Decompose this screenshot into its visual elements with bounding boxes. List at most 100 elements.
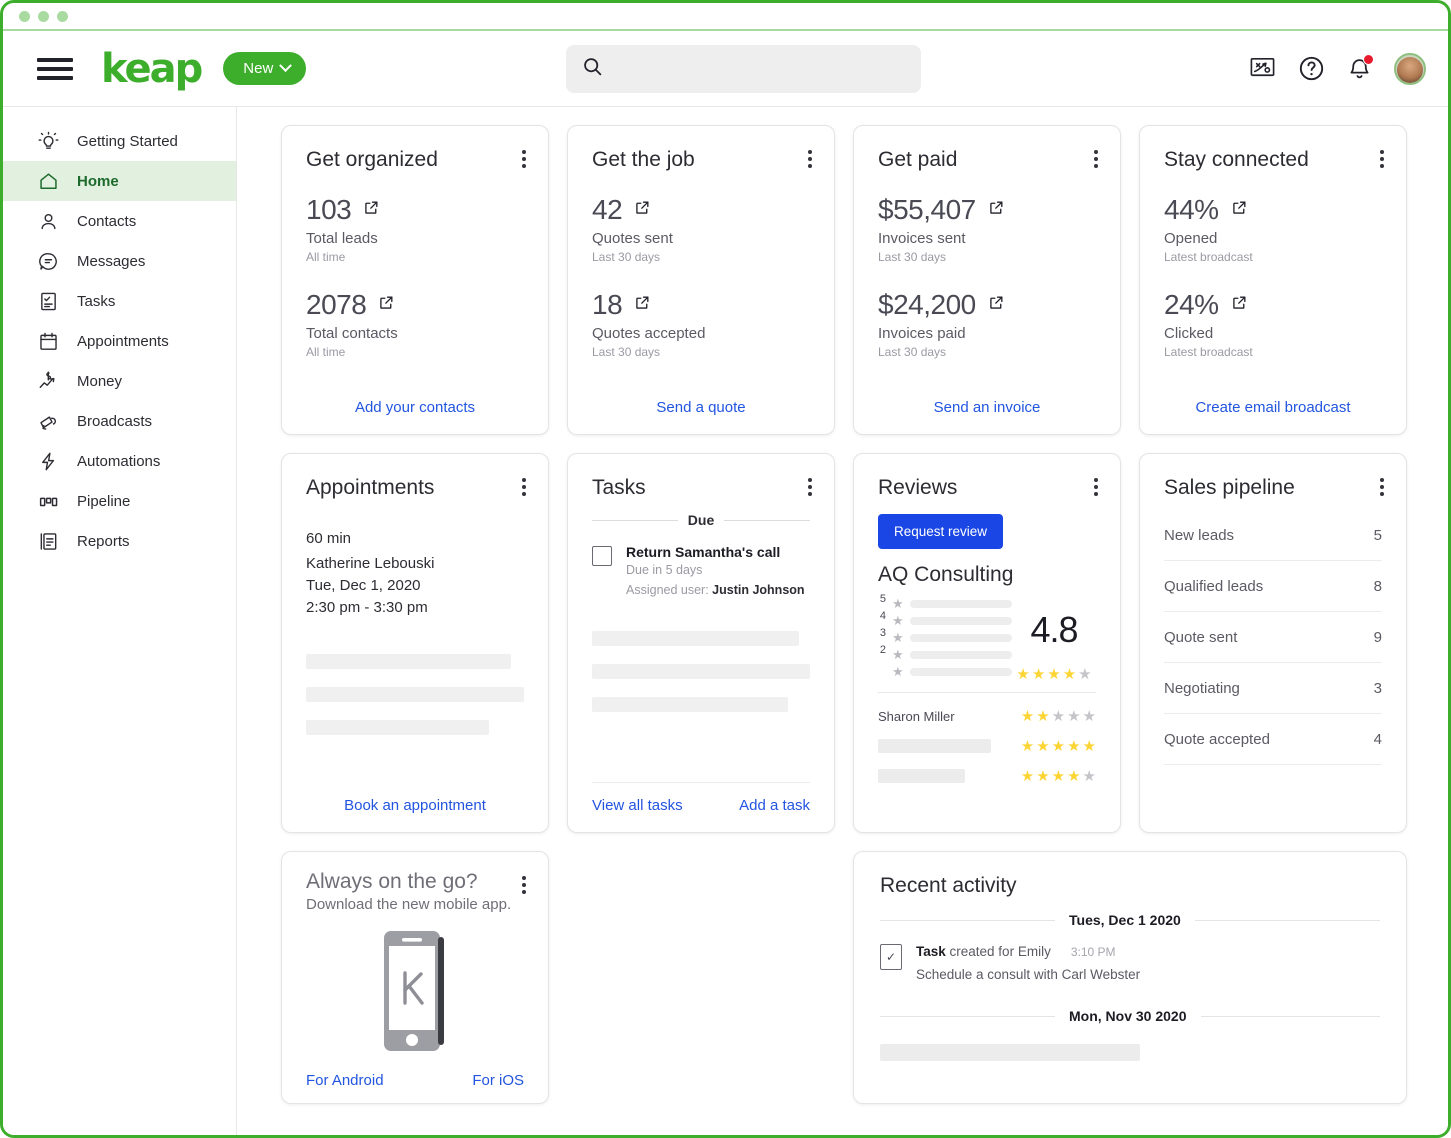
avatar[interactable] <box>1394 53 1426 85</box>
external-link-icon[interactable] <box>634 294 651 316</box>
hamburger-menu-icon[interactable] <box>37 58 73 80</box>
rating-row-3: 3 ★ <box>878 629 1012 646</box>
sidebar-item-pipeline[interactable]: Pipeline <box>3 481 236 521</box>
send-quote-link[interactable]: Send a quote <box>592 383 810 416</box>
card-menu-button[interactable] <box>520 874 528 896</box>
keap-logo[interactable]: keap <box>101 49 201 89</box>
header-actions <box>1249 53 1426 85</box>
metric-value: 18 <box>592 289 622 321</box>
review-item[interactable]: ★★★★★ <box>878 761 1096 791</box>
rating-number: 4 <box>878 610 886 622</box>
card-menu-button[interactable] <box>1378 476 1386 498</box>
pipeline-stage-count: 3 <box>1374 680 1382 697</box>
pipeline-stage-label: Quote accepted <box>1164 731 1270 748</box>
sidebar-item-label: Contacts <box>77 213 136 230</box>
sidebar-item-home[interactable]: Home <box>3 161 236 201</box>
external-link-icon[interactable] <box>1231 294 1248 316</box>
pipeline-stage-qualified-leads[interactable]: Qualified leads 8 <box>1164 561 1382 612</box>
window-close-dot[interactable] <box>19 11 30 22</box>
request-review-button[interactable]: Request review <box>878 514 1003 549</box>
appointment-time: 2:30 pm - 3:30 pm <box>306 597 524 619</box>
sidebar-item-broadcasts[interactable]: Broadcasts <box>3 401 236 441</box>
card-menu-button[interactable] <box>806 476 814 498</box>
view-all-tasks-link[interactable]: View all tasks <box>592 797 683 814</box>
android-download-link[interactable]: For Android <box>306 1072 384 1089</box>
lightning-bolt-icon <box>37 450 59 472</box>
book-appointment-link[interactable]: Book an appointment <box>306 781 524 814</box>
external-link-icon[interactable] <box>634 199 651 221</box>
sidebar-item-messages[interactable]: Messages <box>3 241 236 281</box>
sidebar-item-money[interactable]: Money <box>3 361 236 401</box>
help-circle-icon[interactable] <box>1298 55 1325 82</box>
external-link-icon[interactable] <box>378 294 395 316</box>
new-button-label: New <box>243 60 273 77</box>
skeleton-bar <box>880 1044 1140 1061</box>
bell-icon[interactable] <box>1347 56 1372 81</box>
search-bar[interactable] <box>566 45 921 93</box>
review-star-rating: ★★★★★ <box>1021 709 1096 724</box>
review-item[interactable]: ★★★★★ <box>878 731 1096 761</box>
sidebar-item-appointments[interactable]: Appointments <box>3 321 236 361</box>
megaphone-icon <box>37 410 59 432</box>
sidebar-item-tasks[interactable]: Tasks <box>3 281 236 321</box>
card-title: Tasks <box>592 476 810 500</box>
sidebar-item-getting-started[interactable]: Getting Started <box>3 121 236 161</box>
add-task-link[interactable]: Add a task <box>739 797 810 814</box>
metric-timeframe: Latest broadcast <box>1164 250 1382 264</box>
pipeline-stage-count: 8 <box>1374 578 1382 595</box>
strategy-board-icon[interactable] <box>1249 55 1276 82</box>
card-appointments: Appointments 60 min Katherine Lebouski T… <box>281 453 549 833</box>
metric-label: Invoices paid <box>878 325 1096 342</box>
metric-timeframe: All time <box>306 345 524 359</box>
activity-item[interactable]: ✓ Task created for Emily 3:10 PM Schedul… <box>880 944 1380 982</box>
task-checkbox[interactable] <box>592 546 612 566</box>
send-invoice-link[interactable]: Send an invoice <box>878 383 1096 416</box>
sidebar-item-contacts[interactable]: Contacts <box>3 201 236 241</box>
new-button[interactable]: New <box>223 52 306 85</box>
card-title: Stay connected <box>1164 148 1382 172</box>
metrics-row: Get organized 103 Total <box>281 125 1424 435</box>
pipeline-stage-quote-sent[interactable]: Quote sent 9 <box>1164 612 1382 663</box>
external-link-icon[interactable] <box>988 199 1005 221</box>
external-link-icon[interactable] <box>988 294 1005 316</box>
metric-value: $55,407 <box>878 194 976 226</box>
card-get-organized: Get organized 103 Total <box>281 125 549 435</box>
create-broadcast-link[interactable]: Create email broadcast <box>1164 383 1382 416</box>
card-menu-button[interactable] <box>1092 476 1100 498</box>
card-menu-button[interactable] <box>1092 148 1100 170</box>
add-contacts-link[interactable]: Add your contacts <box>306 383 524 416</box>
metric-total-leads: 103 Total leads All time <box>306 194 524 264</box>
card-menu-button[interactable] <box>520 476 528 498</box>
avatar-image <box>1397 57 1423 83</box>
pipeline-stage-quote-accepted[interactable]: Quote accepted 4 <box>1164 714 1382 765</box>
star-icon: ★ <box>892 665 904 678</box>
metric-clicked: 24% Clicked Latest broadcast <box>1164 289 1382 359</box>
sidebar-item-reports[interactable]: Reports <box>3 521 236 561</box>
ios-download-link[interactable]: For iOS <box>472 1072 524 1089</box>
review-star-rating: ★★★★★ <box>1021 769 1096 784</box>
metric-label: Opened <box>1164 230 1382 247</box>
metric-timeframe: Last 30 days <box>878 250 1096 264</box>
empty-slot <box>567 851 835 1104</box>
task-item[interactable]: Return Samantha's call Due in 5 days Ass… <box>592 544 810 597</box>
sidebar-item-label: Getting Started <box>77 133 178 150</box>
metric-timeframe: Last 30 days <box>592 345 810 359</box>
review-item[interactable]: Sharon Miller ★★★★★ <box>878 701 1096 731</box>
window-maximize-dot[interactable] <box>57 11 68 22</box>
search-input[interactable] <box>615 60 905 77</box>
activity-timestamp: 3:10 PM <box>1071 945 1116 959</box>
browser-chrome-bar <box>3 3 1448 31</box>
appointment-duration: 60 min <box>306 530 524 547</box>
pipeline-stage-new-leads[interactable]: New leads 5 <box>1164 510 1382 561</box>
pipeline-stage-negotiating[interactable]: Negotiating 3 <box>1164 663 1382 714</box>
window-minimize-dot[interactable] <box>38 11 49 22</box>
metric-value: 2078 <box>306 289 366 321</box>
sidebar-item-automations[interactable]: Automations <box>3 441 236 481</box>
card-menu-button[interactable] <box>806 148 814 170</box>
pipeline-stage-label: Qualified leads <box>1164 578 1263 595</box>
appointment-item[interactable]: 60 min Katherine Lebouski Tue, Dec 1, 20… <box>306 530 524 618</box>
external-link-icon[interactable] <box>1231 199 1248 221</box>
external-link-icon[interactable] <box>363 199 380 221</box>
card-menu-button[interactable] <box>1378 148 1386 170</box>
card-menu-button[interactable] <box>520 148 528 170</box>
